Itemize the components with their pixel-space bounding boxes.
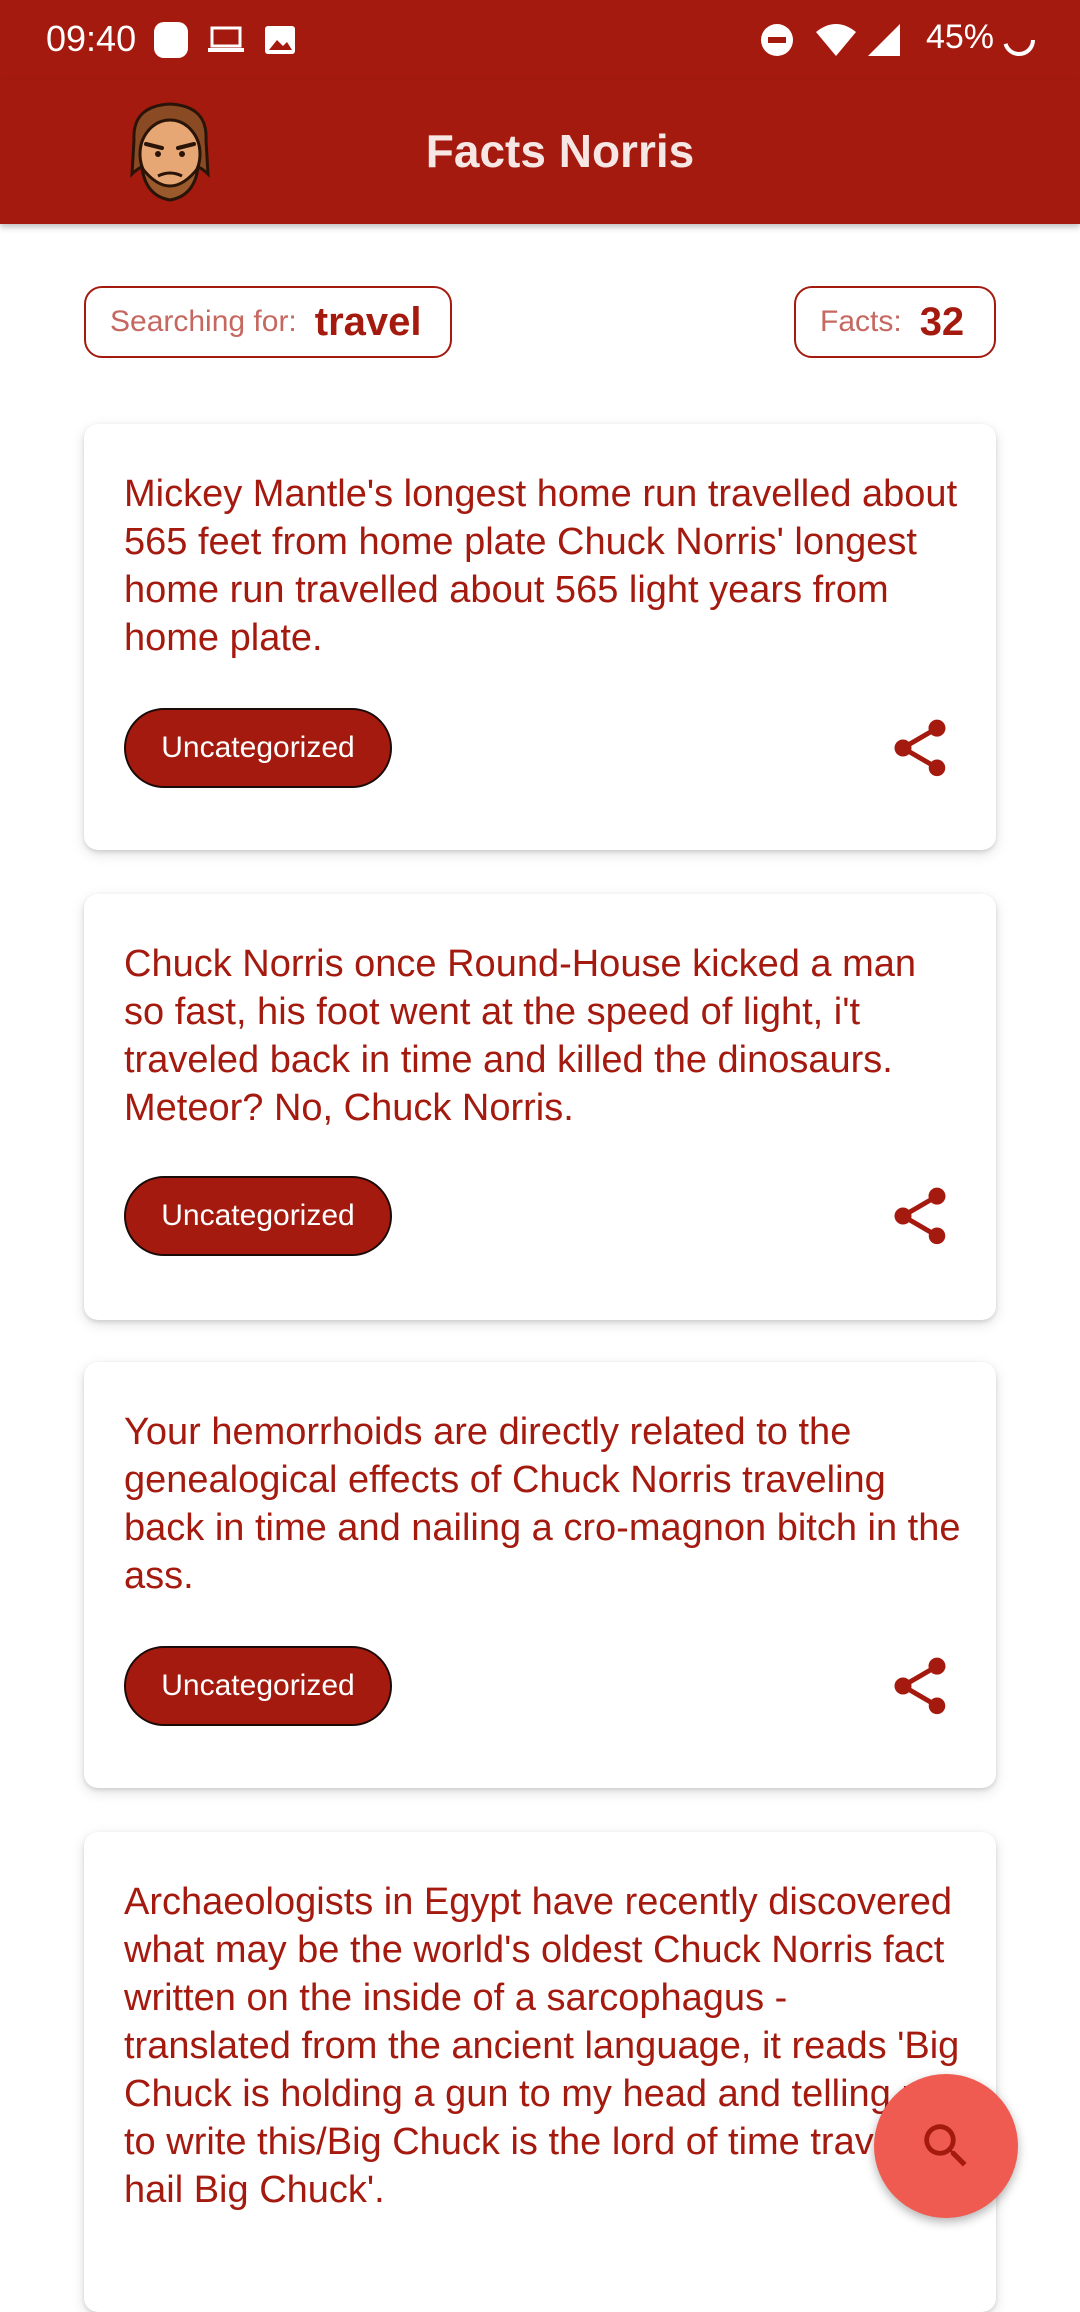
fact-text: Mickey Mantle's longest home run travell…: [124, 473, 958, 659]
status-bar: 09:40 45%: [0, 0, 1080, 80]
category-tag[interactable]: Uncategorized: [124, 708, 392, 788]
share-icon[interactable]: [886, 714, 954, 782]
category-tag[interactable]: Uncategorized: [124, 1176, 392, 1256]
app-title: Facts Norris: [425, 125, 695, 177]
battery-percent: 45%: [925, 18, 994, 56]
cell-signal-icon: [868, 24, 900, 56]
category-tag[interactable]: Uncategorized: [124, 1646, 392, 1726]
search-term-value: travel: [314, 299, 422, 344]
fact-card: Chuck Norris once Round-House kicked a m…: [84, 894, 996, 1320]
fact-card: Your hemorrhoids are directly related to…: [84, 1362, 996, 1788]
fact-text: Chuck Norris once Round-House kicked a m…: [124, 943, 917, 1129]
facts-count-value: 32: [919, 299, 965, 344]
battery-icon: [1003, 24, 1035, 56]
facts-count-label: Facts:: [820, 305, 902, 338]
notification-app-icon: [154, 22, 188, 58]
fact-text: Your hemorrhoids are directly related to…: [124, 1411, 961, 1597]
search-term-label: Searching for:: [110, 305, 297, 338]
fact-card: Mickey Mantle's longest home run travell…: [84, 424, 996, 850]
wifi-icon: [816, 24, 856, 56]
status-time: 09:40: [46, 18, 137, 59]
share-icon[interactable]: [886, 1182, 954, 1250]
do-not-disturb-icon: [761, 24, 793, 56]
search-icon: [924, 2124, 967, 2167]
image-icon: [265, 26, 295, 54]
laptop-icon: [208, 26, 244, 52]
fact-card: Archaeologists in Egypt have recently di…: [84, 1832, 996, 2312]
facts-count-chip: Facts: 32: [794, 286, 996, 358]
fact-text: Archaeologists in Egypt have recently di…: [124, 1881, 960, 2211]
search-fab-button[interactable]: [874, 2074, 1018, 2218]
share-icon[interactable]: [886, 1652, 954, 1720]
search-term-chip: Searching for: travel: [84, 286, 452, 358]
app-bar: Facts Norris: [0, 80, 1080, 224]
